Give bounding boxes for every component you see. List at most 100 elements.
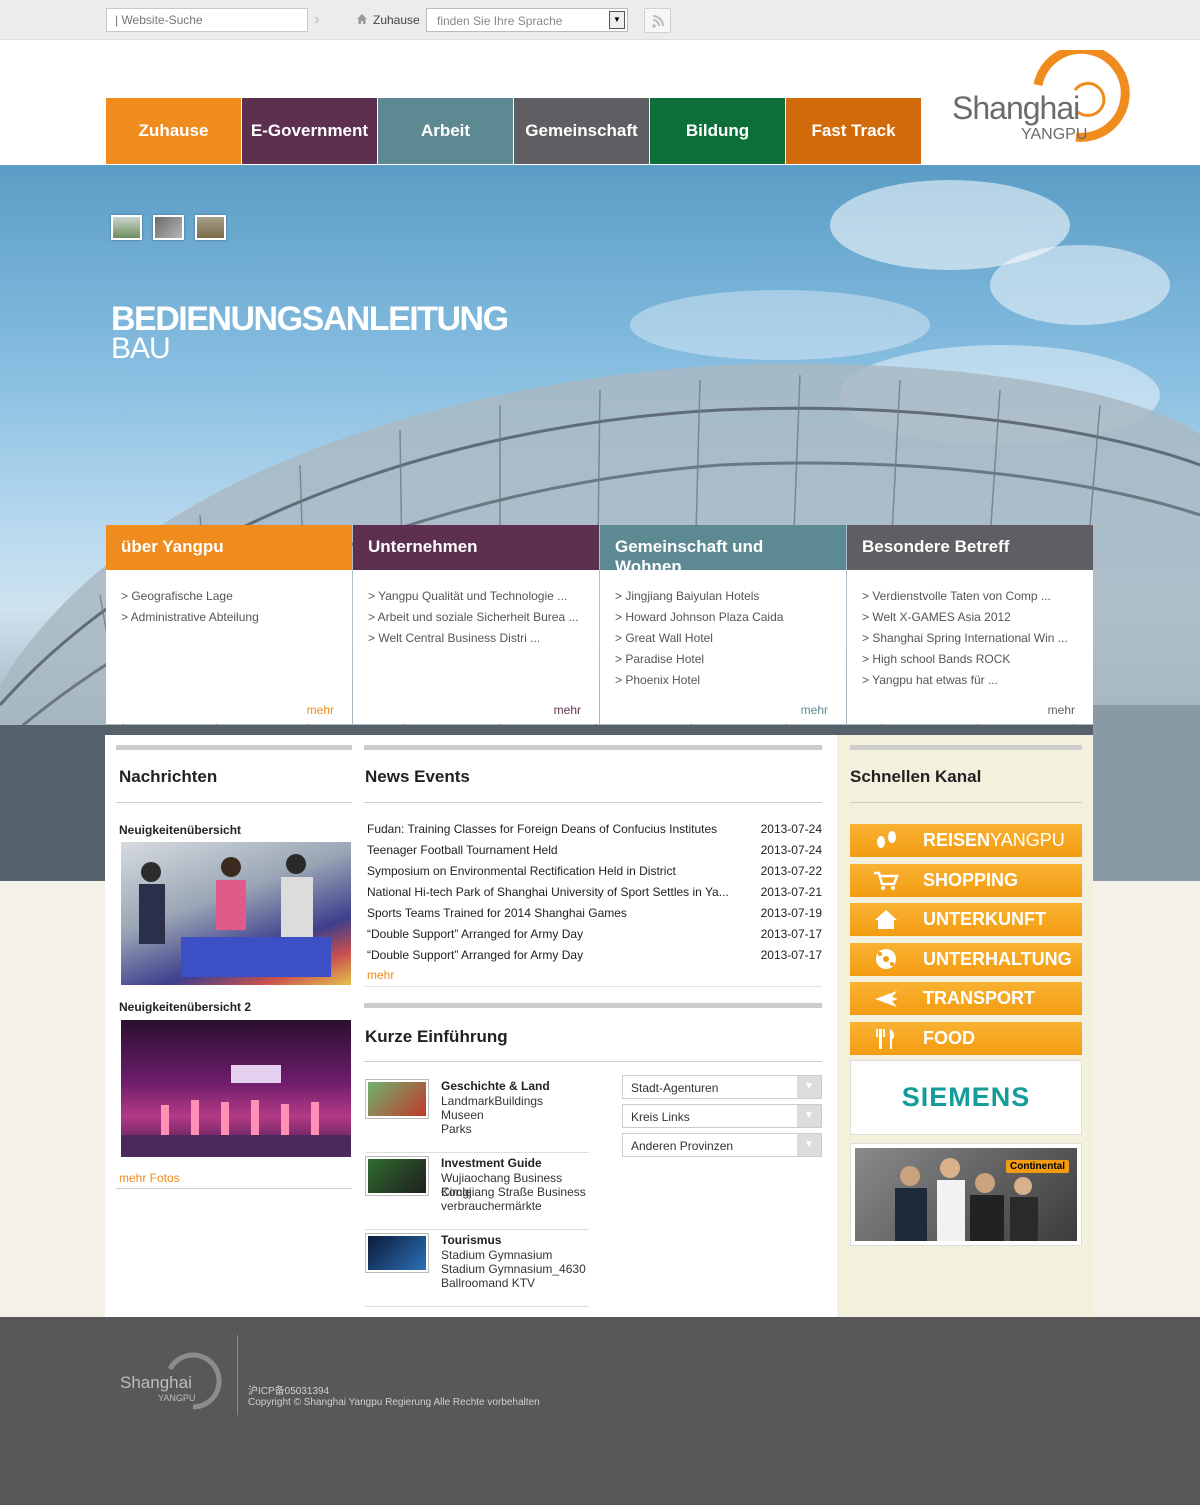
nav-item-bildung[interactable]: Bildung: [650, 98, 785, 164]
news-title[interactable]: Sports Teams Trained for 2014 Shanghai G…: [367, 906, 747, 920]
house-icon: [875, 910, 897, 929]
language-select[interactable]: finden Sie Ihre Sprache ▼: [426, 8, 628, 32]
intro-title: Kurze Einführung: [365, 1027, 508, 1046]
intro-item[interactable]: Tourismus Stadium Gymnasium Stadium Gymnas…: [365, 1233, 589, 1307]
nav-item-e-government[interactable]: E-Government: [242, 98, 377, 164]
category-title[interactable]: über Yangpu: [106, 525, 352, 570]
news-title[interactable]: Fudan: Training Classes for Foreign Dean…: [367, 822, 747, 836]
category-more-link[interactable]: mehr: [801, 703, 828, 717]
news-photo-2[interactable]: [121, 1020, 351, 1157]
intro-thumbnail[interactable]: [365, 1079, 429, 1119]
category-link[interactable]: > Howard Johnson Plaza Caida: [615, 607, 831, 628]
news-title[interactable]: Teenager Football Tournament Held: [367, 843, 747, 857]
category-link[interactable]: > Phoenix Hotel: [615, 670, 831, 691]
category-link[interactable]: > Welt Central Business Distri ...: [368, 628, 584, 649]
news-title[interactable]: Symposium on Environmental Rectification…: [367, 864, 747, 878]
news-row[interactable]: “Double Support” Arranged for Army Day 20…: [367, 948, 822, 969]
intro-thumbnail[interactable]: [365, 1156, 429, 1196]
category-more-link[interactable]: mehr: [307, 703, 334, 717]
home-icon: [357, 14, 367, 24]
rss-button[interactable]: [644, 8, 671, 33]
siemens-ad[interactable]: SIEMENS: [850, 1060, 1082, 1135]
category-more-link[interactable]: mehr: [1048, 703, 1075, 717]
quick-link-food[interactable]: FOOD: [850, 1021, 1082, 1055]
category-title[interactable]: Gemeinschaft und Wohnen: [600, 525, 846, 576]
continental-ad[interactable]: Continental: [850, 1143, 1082, 1246]
link-dropdown-label: Anderen Provinzen: [631, 1139, 734, 1153]
chevron-down-icon[interactable]: ▼: [797, 1076, 821, 1098]
link-dropdown[interactable]: Anderen Provinzen ▼: [622, 1133, 822, 1157]
intro-item-title[interactable]: Investment Guide: [441, 1156, 542, 1170]
category-link[interactable]: > Verdienstvolle Taten von Comp ...: [862, 586, 1078, 607]
search-input[interactable]: [106, 8, 308, 32]
category-link[interactable]: > Geografische Lage: [121, 586, 337, 607]
news-title[interactable]: National Hi-tech Park of Shanghai Univer…: [367, 885, 747, 899]
category-link[interactable]: > Great Wall Hotel: [615, 628, 831, 649]
news-row[interactable]: National Hi-tech Park of Shanghai Univer…: [367, 885, 822, 906]
intro-item-link[interactable]: Ballroomand KTV: [441, 1276, 535, 1290]
intro-item-link[interactable]: Museen: [441, 1108, 484, 1122]
more-photos-link[interactable]: mehr Fotos: [119, 1171, 180, 1185]
link-dropdown-label: Stadt-Agenturen: [631, 1081, 719, 1095]
news-row[interactable]: Sports Teams Trained for 2014 Shanghai G…: [367, 906, 822, 927]
intro-thumbnail[interactable]: [365, 1233, 429, 1273]
link-dropdown[interactable]: Stadt-Agenturen ▼: [622, 1075, 822, 1099]
link-dropdown[interactable]: Kreis Links ▼: [622, 1104, 822, 1128]
photo-caption-2[interactable]: Neuigkeitenübersicht 2: [119, 1000, 251, 1014]
category-title[interactable]: Besondere Betreff: [847, 525, 1093, 570]
category-link[interactable]: > Shanghai Spring International Win ...: [862, 628, 1078, 649]
intro-item-link[interactable]: verbrauchermärkte: [441, 1199, 542, 1213]
quick-link-unterkunft[interactable]: UNTERKUNFT: [850, 903, 1082, 936]
news-row[interactable]: Symposium on Environmental Rectification…: [367, 864, 822, 885]
nav-item-arbeit[interactable]: Arbeit: [378, 98, 513, 164]
hero-thumbnail-3[interactable]: [195, 215, 226, 240]
category-link[interactable]: > Administrative Abteilung: [121, 607, 337, 628]
intro-item-link[interactable]: Parks: [441, 1122, 472, 1136]
category-link[interactable]: > High school Bands ROCK: [862, 649, 1078, 670]
search-arrow-icon[interactable]: ›: [314, 12, 328, 28]
quick-link-unterhaltung[interactable]: UNTERHALTUNG: [850, 942, 1082, 976]
intro-item[interactable]: Investment Guide Wujiaochang Business Cir…: [365, 1156, 589, 1230]
news-title[interactable]: “Double Support” Arranged for Army Day: [367, 948, 747, 962]
footer-copyright: Copyright © Shanghai Yangpu Regierung Al…: [248, 1397, 540, 1408]
nav-item-gemeinschaft[interactable]: Gemeinschaft: [514, 98, 649, 164]
continental-ad-logo: Continental: [1006, 1160, 1069, 1173]
quick-link-transport[interactable]: TRANSPORT: [850, 982, 1082, 1015]
news-photo-1[interactable]: [121, 842, 351, 985]
intro-item-link[interactable]: LandmarkBuildings: [441, 1094, 543, 1108]
intro-item-link[interactable]: Kongjiang Straße Business: [441, 1185, 586, 1199]
category-link[interactable]: > Paradise Hotel: [615, 649, 831, 670]
intro-item-link[interactable]: Stadium Gymnasium: [441, 1248, 552, 1262]
news-more-link[interactable]: mehr: [367, 968, 394, 982]
news-row[interactable]: Fudan: Training Classes for Foreign Dean…: [367, 822, 822, 843]
category-link[interactable]: > Welt X-GAMES Asia 2012: [862, 607, 1078, 628]
chevron-down-icon[interactable]: ▼: [797, 1134, 821, 1156]
intro-item-title[interactable]: Tourismus: [441, 1233, 501, 1247]
news-row[interactable]: Teenager Football Tournament Held 2013-07…: [367, 843, 822, 864]
hero-thumbnail-1[interactable]: [111, 215, 142, 240]
nachrichten-divider: [116, 802, 352, 803]
category-link[interactable]: > Yangpu hat etwas für ...: [862, 670, 1078, 691]
intro-item-title[interactable]: Geschichte & Land: [441, 1079, 550, 1093]
category-title[interactable]: Unternehmen: [353, 525, 599, 570]
footer-logo[interactable]: Shanghai YANGPU: [118, 1349, 226, 1415]
quick-link-reisen[interactable]: REISENYANGPU: [850, 824, 1082, 857]
category-link[interactable]: > Arbeit und soziale Sicherheit Burea ..…: [368, 607, 584, 628]
home-link[interactable]: Zuhause: [373, 13, 420, 27]
footer-divider: [237, 1335, 238, 1415]
chevron-down-icon[interactable]: ▼: [797, 1105, 821, 1127]
hero-thumbnail-2[interactable]: [153, 215, 184, 240]
quick-link-shopping[interactable]: SHOPPING: [850, 863, 1082, 897]
news-title[interactable]: “Double Support” Arranged for Army Day: [367, 927, 747, 941]
nav-item-fast-track[interactable]: Fast Track: [786, 98, 921, 164]
chevron-down-icon[interactable]: ▼: [609, 11, 625, 29]
logo[interactable]: Shanghai YANGPU: [950, 44, 1135, 150]
category-link[interactable]: > Yangpu Qualität und Technologie ...: [368, 586, 584, 607]
photo-caption-1[interactable]: Neuigkeitenübersicht: [119, 823, 241, 837]
category-link[interactable]: > Jingjiang Baiyulan Hotels: [615, 586, 831, 607]
category-more-link[interactable]: mehr: [554, 703, 581, 717]
intro-item[interactable]: Geschichte & Land LandmarkBuildings Museen…: [365, 1079, 589, 1153]
nav-item-zuhause[interactable]: Zuhause: [106, 98, 241, 164]
news-row[interactable]: “Double Support” Arranged for Army Day 20…: [367, 927, 822, 948]
intro-item-link[interactable]: Stadium Gymnasium_4630: [441, 1262, 586, 1276]
